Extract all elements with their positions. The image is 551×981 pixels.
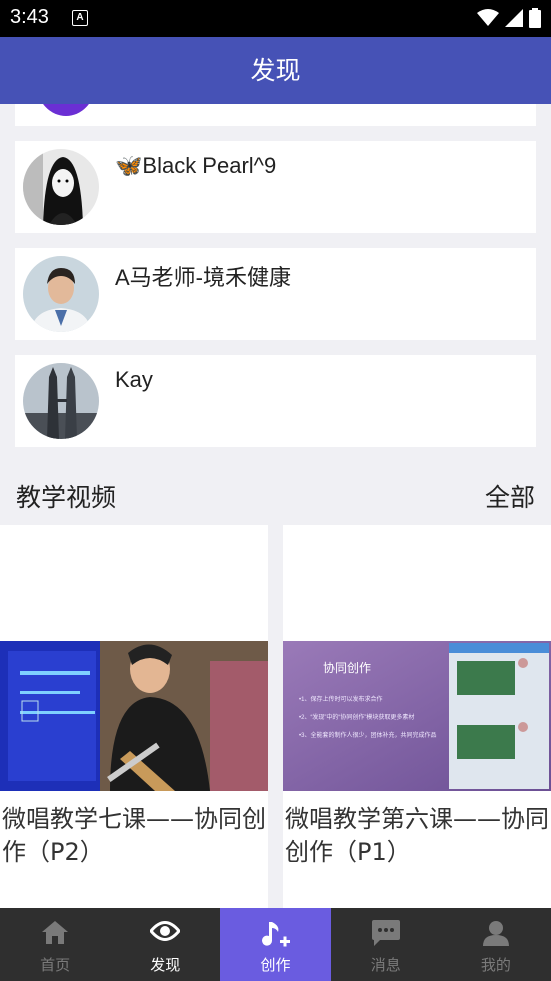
user-name: A马老师-境禾健康 bbox=[115, 265, 292, 290]
video-card[interactable]: 协同创作 •1、保存上传时可以发布求合作 •2、“发现”中的“协同创作”模块获取… bbox=[283, 525, 551, 908]
music-note-plus-icon bbox=[261, 922, 290, 947]
home-icon bbox=[42, 921, 69, 944]
nav-profile[interactable]: 我的 bbox=[441, 908, 551, 981]
discover-scroll-area[interactable]: 🦋Black Pearl^9 A马老师-境禾健康 Kay 教学视频 全部 微唱教… bbox=[0, 104, 551, 908]
battery-icon bbox=[529, 8, 541, 28]
avatar-towers bbox=[23, 363, 99, 439]
section-title: 教学视频 bbox=[16, 483, 117, 512]
eye-icon bbox=[150, 921, 181, 941]
bottom-navigation: 首页 发现 创作 消息 我的 bbox=[0, 908, 551, 981]
user-card[interactable]: Kay bbox=[15, 355, 536, 447]
user-card-partial[interactable] bbox=[15, 104, 536, 126]
video-thumbnail bbox=[0, 641, 268, 791]
nav-home[interactable]: 首页 bbox=[0, 908, 110, 981]
user-card[interactable]: 🦋Black Pearl^9 bbox=[15, 141, 536, 233]
nav-label: 消息 bbox=[370, 956, 401, 974]
video-thumbnail: 协同创作 •1、保存上传时可以发布求合作 •2、“发现”中的“协同创作”模块获取… bbox=[283, 641, 551, 791]
video-title: 微唱教学七课——协同创作（P2） bbox=[2, 805, 266, 866]
slide-line: •2、“发现”中的“协同创作”模块获取更多素材 bbox=[299, 715, 415, 721]
avatar-partial bbox=[37, 104, 95, 116]
video-title: 微唱教学第六课——协同创作（P1） bbox=[285, 805, 549, 866]
nav-discover[interactable]: 发现 bbox=[110, 908, 220, 981]
avatar-girl-sketch bbox=[23, 149, 99, 225]
nav-label: 发现 bbox=[150, 956, 181, 974]
notification-a-icon: A bbox=[72, 10, 88, 26]
avatar-doctor bbox=[23, 256, 99, 332]
chat-icon bbox=[371, 920, 400, 946]
user-name: 🦋Black Pearl^9 bbox=[115, 153, 277, 178]
wifi-icon bbox=[477, 9, 499, 26]
signal-icon bbox=[505, 9, 523, 27]
app-bar-title: 发现 bbox=[0, 37, 551, 104]
nav-messages[interactable]: 消息 bbox=[331, 908, 441, 981]
nav-label: 我的 bbox=[480, 956, 511, 974]
slide-line: •1、保存上传时可以发布求合作 bbox=[299, 697, 383, 703]
status-time: 3:43 bbox=[10, 6, 49, 28]
video-card[interactable]: 微唱教学七课——协同创作（P2） bbox=[0, 525, 268, 908]
user-name: Kay bbox=[115, 367, 153, 392]
slide-line: •3、全能套的制作人很少，团体补充，共同完成作品 bbox=[299, 733, 437, 739]
nav-label: 创作 bbox=[260, 956, 291, 974]
slide-title: 协同创作 bbox=[323, 661, 372, 675]
nav-label: 首页 bbox=[40, 956, 71, 974]
status-bar: 3:43 A bbox=[0, 0, 551, 37]
nav-create[interactable]: 创作 bbox=[220, 908, 331, 981]
view-all-link[interactable]: 全部 bbox=[485, 478, 535, 514]
user-card[interactable]: A马老师-境禾健康 bbox=[15, 248, 536, 340]
person-icon bbox=[482, 921, 509, 946]
